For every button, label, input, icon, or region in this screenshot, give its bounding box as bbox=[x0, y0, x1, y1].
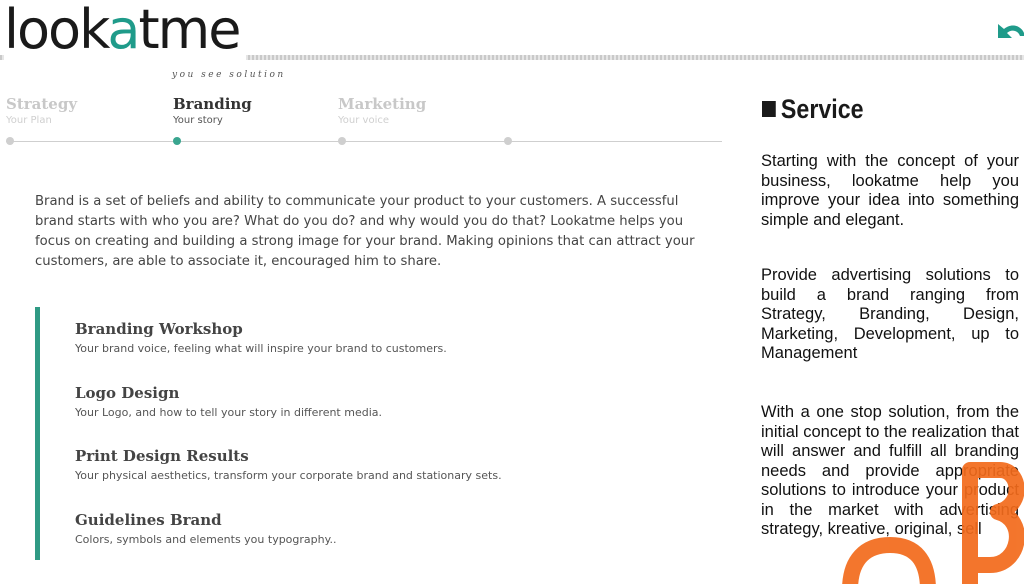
section-tabs: Strategy Your Plan Branding Your story M… bbox=[6, 95, 722, 155]
logo[interactable]: lookatme you see solution bbox=[4, 0, 304, 82]
square-bullet-icon bbox=[762, 101, 776, 117]
list-item: Branding Workshop Your brand voice, feel… bbox=[75, 320, 447, 355]
branding-intro: Brand is a set of beliefs and ability to… bbox=[35, 194, 695, 269]
sidebar-paragraph: Provide advertising solutions to build a… bbox=[761, 266, 1019, 362]
service-title[interactable]: Print Design Results bbox=[75, 447, 502, 465]
timeline-dot-marketing[interactable] bbox=[338, 137, 346, 145]
sidebar-paragraph: Starting with the concept of your busine… bbox=[761, 152, 1019, 229]
service-title[interactable]: Logo Design bbox=[75, 384, 382, 402]
list-item: Logo Design Your Logo, and how to tell y… bbox=[75, 384, 382, 419]
service-desc: Your Logo, and how to tell your story in… bbox=[75, 406, 382, 419]
tab-branding-subtitle: Your story bbox=[173, 115, 223, 126]
tab-marketing-title: Marketing bbox=[338, 95, 427, 113]
service-title[interactable]: Guidelines Brand bbox=[75, 511, 337, 529]
service-desc: Colors, symbols and elements you typogra… bbox=[75, 533, 337, 546]
list-item: Guidelines Brand Colors, symbols and ele… bbox=[75, 511, 337, 546]
services-list: Branding Workshop Your brand voice, feel… bbox=[35, 307, 680, 560]
logo-tagline: you see solution bbox=[172, 70, 286, 80]
tab-branding[interactable]: Branding Your story bbox=[173, 95, 252, 126]
tab-branding-title: Branding bbox=[173, 95, 252, 113]
tab-marketing-subtitle: Your voice bbox=[338, 115, 389, 126]
tab-strategy-subtitle: Your Plan bbox=[6, 115, 52, 126]
tab-marketing[interactable]: Marketing Your voice bbox=[338, 95, 426, 126]
list-item: Print Design Results Your physical aesth… bbox=[75, 447, 502, 482]
service-desc: Your physical aesthetics, transform your… bbox=[75, 469, 502, 482]
sidebar-paragraph: With a one stop solution, from the initi… bbox=[761, 403, 1019, 538]
timeline-track bbox=[6, 141, 722, 142]
timeline-dot-4[interactable] bbox=[504, 137, 512, 145]
service-title[interactable]: Branding Workshop bbox=[75, 320, 447, 338]
tab-strategy-title: Strategy bbox=[6, 95, 78, 113]
undo-arrow-icon[interactable] bbox=[994, 14, 1024, 48]
timeline-dot-branding[interactable] bbox=[173, 137, 181, 145]
service-heading: Service bbox=[762, 94, 864, 125]
timeline-dot-strategy[interactable] bbox=[6, 137, 14, 145]
tab-strategy[interactable]: Strategy Your Plan bbox=[6, 95, 77, 126]
logo-wordmark: lookatme bbox=[4, 0, 246, 61]
service-desc: Your brand voice, feeling what will insp… bbox=[75, 342, 447, 355]
